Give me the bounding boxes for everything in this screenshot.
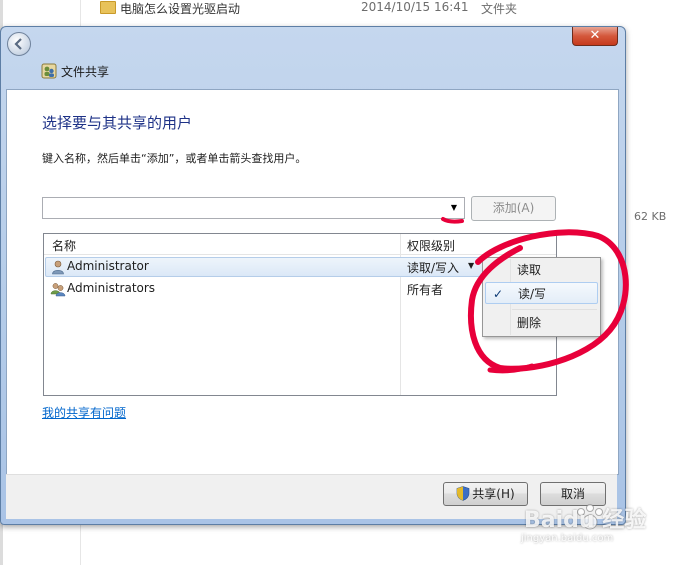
menu-item-label: 读取 <box>517 263 542 277</box>
background-file-date: 2014/10/15 16:41 <box>361 0 469 14</box>
list-item-administrator[interactable]: Administrator 读取/写入 ▼ <box>46 257 486 277</box>
user-name: Administrators <box>67 281 156 295</box>
instruction-text: 键入名称，然后单击“添加”，或者单击箭头查找用户。 <box>42 152 307 165</box>
menu-item-label: 读/写 <box>518 287 547 301</box>
background-file-name: 电脑怎么设置光驱启动 <box>120 2 241 16</box>
checkmark-icon: ✓ <box>493 287 504 301</box>
menu-item-read-write[interactable]: ✓ 读/写 <box>485 282 598 304</box>
window-title: 文件共享 <box>61 65 110 79</box>
list-header <box>44 234 556 255</box>
background-file-size: 62 KB <box>634 210 667 223</box>
back-arrow-icon <box>14 38 22 50</box>
column-header-permission[interactable]: 权限级别 <box>407 237 455 254</box>
column-header-name[interactable]: 名称 <box>52 237 76 254</box>
menu-item-remove[interactable]: 删除 <box>485 312 598 334</box>
page-heading: 选择要与其共享的用户 <box>42 114 193 132</box>
back-button[interactable] <box>7 32 31 56</box>
sharing-users-icon <box>41 63 57 79</box>
menu-item-read[interactable]: 读取 <box>485 259 598 281</box>
user-group-icon <box>50 283 66 297</box>
watermark-url: jingyan.baidu.com <box>521 533 614 544</box>
add-button[interactable]: 添加(A) <box>471 196 556 221</box>
permission-dropdown-icon[interactable]: ▼ <box>468 261 474 270</box>
uac-shield-icon <box>456 486 470 501</box>
watermark-brand: Baidu 经验 <box>524 508 647 533</box>
menu-item-label: 删除 <box>517 316 542 330</box>
dropdown-arrow-icon[interactable]: ▼ <box>446 199 462 217</box>
help-link[interactable]: 我的共享有问题 <box>42 404 126 421</box>
user-icon <box>52 260 64 275</box>
user-name-combobox[interactable] <box>42 197 465 219</box>
share-button-label: 共享(H) <box>472 487 515 501</box>
permission-level[interactable]: 读取/写入 <box>407 259 459 276</box>
user-name: Administrator <box>67 259 149 273</box>
permission-level: 所有者 <box>407 283 444 297</box>
menu-separator <box>512 309 597 310</box>
background-file-row[interactable]: 电脑怎么设置光驱启动 2014/10/15 16:41 文件夹 <box>100 0 670 16</box>
list-item-administrators[interactable]: Administrators 所有者 <box>46 279 486 299</box>
background-file-type: 文件夹 <box>481 2 518 16</box>
close-button[interactable]: ✕ <box>572 27 618 46</box>
folder-icon <box>100 1 116 14</box>
